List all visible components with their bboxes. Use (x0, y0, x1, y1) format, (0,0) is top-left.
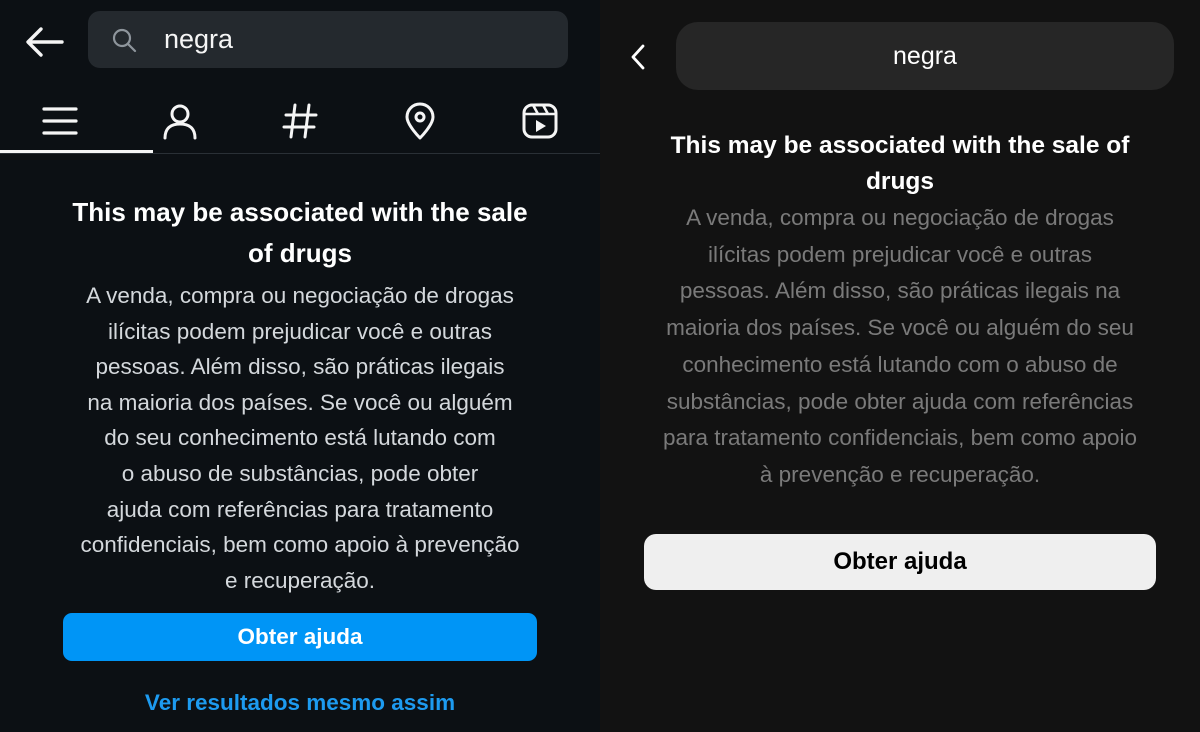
tab-places[interactable] (360, 90, 480, 152)
get-help-button[interactable]: Obter ajuda (644, 534, 1156, 590)
search-query: negra (164, 24, 234, 54)
warning-body: A venda, compra ou negociação de drogas … (662, 205, 1138, 487)
tab-divider (0, 153, 600, 154)
see-results-link[interactable]: Ver resultados mesmo assim (63, 690, 537, 716)
chevron-left-icon (631, 44, 645, 70)
tab-accounts[interactable] (120, 90, 240, 152)
warning-title: This may be associated with the sale of … (670, 132, 1130, 195)
back-button[interactable] (628, 42, 648, 72)
reels-icon (522, 103, 558, 139)
search-tabs (0, 90, 600, 154)
search-query: negra (893, 42, 957, 70)
warning-title: This may be associated with the sale of … (72, 197, 528, 268)
location-pin-icon (405, 102, 435, 140)
search-icon (112, 28, 137, 53)
hashtag-icon (282, 103, 318, 139)
get-help-button[interactable]: Obter ajuda (63, 613, 537, 661)
left-panel: negra This may be associated with the sa… (0, 0, 600, 732)
search-field[interactable]: negra (88, 11, 568, 68)
right-panel: negra This may be associated with the sa… (600, 0, 1200, 732)
tab-top[interactable] (0, 90, 120, 152)
back-button[interactable] (24, 24, 64, 60)
menu-icon (42, 107, 78, 135)
tab-reels[interactable] (480, 90, 600, 152)
warning-body: A venda, compra ou negociação de drogas … (80, 283, 520, 593)
arrow-left-icon (26, 27, 64, 57)
tab-tags[interactable] (240, 90, 360, 152)
screenshot-comparison: negra This may be associated with the sa… (0, 0, 1200, 732)
person-icon (163, 104, 197, 140)
active-tab-indicator (0, 150, 153, 153)
search-field[interactable]: negra (676, 22, 1174, 90)
